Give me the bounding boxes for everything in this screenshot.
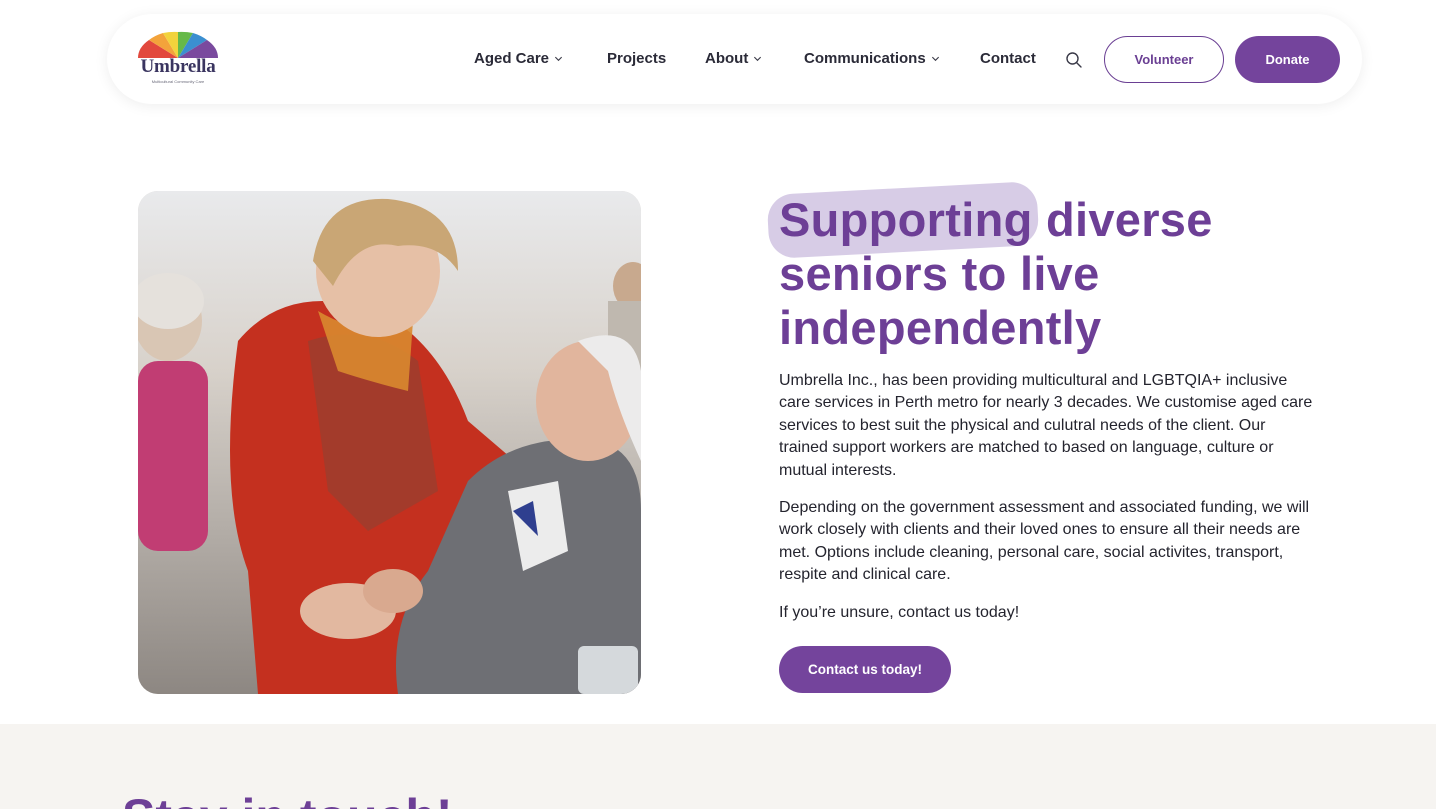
contact-us-button[interactable]: Contact us today! — [779, 646, 951, 693]
nav-projects[interactable]: Projects — [607, 50, 666, 67]
nav-aged-care-label: Aged Care — [474, 50, 550, 67]
logo-tagline: Multicultural Community Care — [151, 79, 205, 84]
hero-title-line: independently — [779, 301, 1102, 354]
nav-contact-label: Contact — [980, 50, 1036, 67]
volunteer-button[interactable]: Volunteer — [1104, 36, 1224, 83]
site-header: Umbrella Multicultural Community Care Ag… — [107, 14, 1362, 104]
nav-aged-care[interactable]: Aged Care — [474, 50, 563, 67]
nav-projects-label: Projects — [607, 50, 667, 67]
chevron-down-icon — [554, 56, 563, 62]
hero-title-line: Supporting diverse — [779, 193, 1213, 246]
stay-in-touch-title: Stay in touch! — [122, 788, 453, 809]
hero-paragraph-contact: If you’re unsure, contact us today! — [779, 604, 1020, 621]
stay-in-touch-section: Stay in touch! — [0, 724, 1436, 809]
nav-communications[interactable]: Communications — [804, 50, 940, 67]
donate-button[interactable]: Donate — [1235, 36, 1340, 83]
umbrella-logo[interactable]: Umbrella Multicultural Community Care — [136, 31, 220, 87]
nav-communications-label: Communications — [804, 50, 926, 67]
search-icon[interactable] — [1065, 51, 1083, 69]
chevron-down-icon — [754, 56, 762, 62]
hero-photo — [138, 191, 641, 694]
nav-about[interactable]: About — [705, 50, 762, 67]
hero-title-line: seniors to live — [779, 247, 1100, 300]
hero-paragraph-intro: Umbrella Inc., has been providing multic… — [779, 372, 1313, 479]
nav-contact[interactable]: Contact — [980, 50, 1036, 67]
logo-wordmark: Umbrella — [140, 56, 216, 77]
nav-about-label: About — [705, 50, 749, 67]
hero-paragraph-services: Depending on the government assessment a… — [779, 499, 1310, 584]
hero-title: Supporting diverse seniors to live indep… — [779, 193, 1339, 355]
hero-photo-illustration — [138, 191, 641, 694]
chevron-down-icon — [931, 56, 939, 62]
